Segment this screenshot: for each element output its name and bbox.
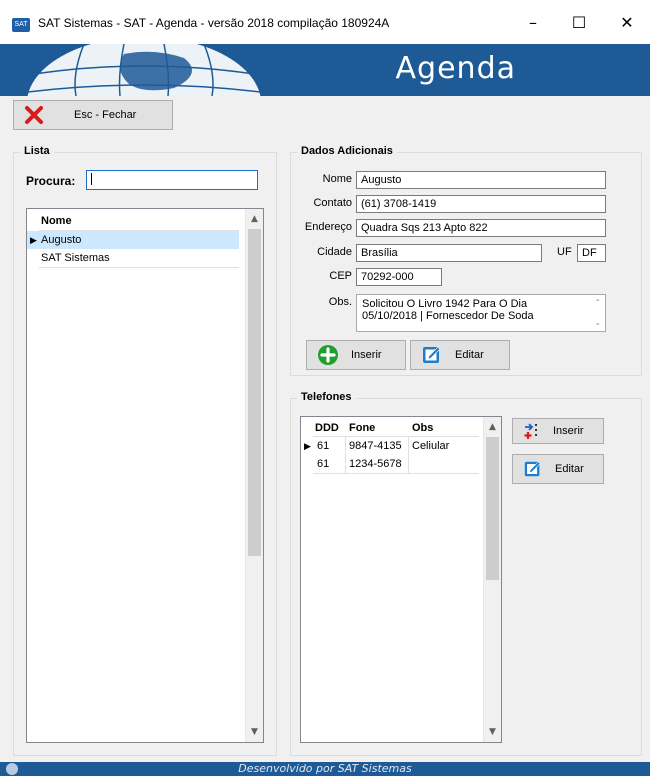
telefone-fone: 9847-4135 [349, 440, 402, 452]
esc-close-label: Esc - Fechar [74, 109, 137, 121]
endereco-label: Endereço [304, 221, 352, 233]
edit-pencil-icon [423, 346, 441, 363]
telefones-inserir-button[interactable]: Inserir [512, 418, 604, 444]
nome-label: Nome [322, 173, 352, 185]
lista-column-nome[interactable]: Nome [41, 212, 72, 230]
obs-line: 05/10/2018 | Fornescedor De Soda [362, 310, 534, 322]
row-divider [313, 436, 479, 437]
obs-line: Solicitou O Livro 1942 Para O Dia [362, 298, 528, 310]
row-divider [39, 267, 239, 268]
green-plus-icon [318, 345, 338, 365]
telefone-fone: 1234-5678 [349, 458, 402, 470]
telefone-row[interactable]: ▶ 61 9847-4135 Celiular [301, 437, 481, 455]
scroll-up-icon[interactable]: ▲ [246, 211, 263, 227]
close-window-button[interactable]: ✕ [604, 8, 650, 38]
insert-row-icon [524, 423, 537, 439]
telefones-column-ddd[interactable]: DDD [315, 419, 339, 437]
telefones-scrollbar[interactable]: ▲ ▼ [483, 417, 501, 742]
scroll-down-icon[interactable]: ▼ [246, 724, 263, 740]
row-indicator-icon: ▶ [30, 235, 37, 245]
scroll-thumb[interactable] [248, 229, 261, 556]
status-text: Desenvolvido por SAT Sistemas [238, 762, 412, 775]
cidade-field[interactable]: Brasília [356, 244, 542, 262]
dados-editar-label: Editar [455, 349, 484, 361]
contato-field[interactable]: (61) 3708-1419 [356, 195, 606, 213]
window-titlebar: SAT SAT Sistemas - SAT - Agenda - versão… [0, 0, 650, 44]
telefones-column-fone[interactable]: Fone [349, 419, 375, 437]
column-divider [408, 437, 409, 473]
lista-row-nome: Augusto [41, 234, 82, 246]
cep-field[interactable]: 70292-000 [356, 268, 442, 286]
search-label: Procura: [26, 174, 76, 188]
dados-title: Dados Adicionais [297, 145, 397, 157]
globe-small-icon [6, 763, 18, 775]
minimize-button[interactable]: – [510, 8, 556, 38]
telefone-obs: Celiular [412, 440, 450, 452]
row-indicator-icon: ▶ [304, 441, 311, 451]
window-title: SAT Sistemas - SAT - Agenda - versão 201… [38, 16, 390, 30]
search-input[interactable] [86, 170, 258, 190]
uf-field[interactable]: DF [577, 244, 606, 262]
maximize-button[interactable]: ☐ [556, 8, 602, 38]
lista-row-nome: SAT Sistemas [41, 252, 110, 264]
telefones-column-obs[interactable]: Obs [412, 419, 433, 437]
dados-inserir-label: Inserir [351, 349, 382, 361]
scroll-down-icon[interactable]: ▼ [484, 724, 501, 740]
status-bar: Desenvolvido por SAT Sistemas [0, 762, 650, 776]
lista-title: Lista [20, 145, 54, 157]
row-divider [313, 473, 479, 474]
lista-row[interactable]: SAT Sistemas [27, 249, 239, 267]
memo-scroll-down-icon[interactable]: ⌄ [594, 317, 601, 329]
cep-label: CEP [329, 270, 352, 282]
app-icon: SAT [12, 18, 30, 32]
lista-grid[interactable]: Nome ▶ Augusto SAT Sistemas ▲ ▼ [26, 208, 264, 743]
red-x-icon [25, 106, 43, 124]
telefones-inserir-label: Inserir [553, 425, 584, 437]
scroll-thumb[interactable] [486, 437, 499, 580]
telefone-row[interactable]: 61 1234-5678 [301, 455, 481, 473]
scroll-up-icon[interactable]: ▲ [484, 419, 501, 435]
telefone-ddd: 61 [317, 440, 330, 452]
row-divider [39, 230, 239, 231]
telefone-ddd: 61 [317, 458, 330, 470]
nome-field[interactable]: Augusto [356, 171, 606, 189]
lista-row[interactable]: ▶ Augusto [27, 231, 239, 249]
globe-icon [26, 44, 262, 96]
telefones-editar-button[interactable]: Editar [512, 454, 604, 484]
obs-label: Obs. [328, 296, 352, 308]
edit-pencil-icon [524, 461, 541, 477]
esc-close-button[interactable]: Esc - Fechar [13, 100, 173, 130]
memo-scroll-up-icon[interactable]: ⌃ [594, 297, 601, 309]
telefones-title: Telefones [297, 391, 356, 403]
column-divider [345, 437, 346, 473]
dados-editar-button[interactable]: Editar [410, 340, 510, 370]
dados-inserir-button[interactable]: Inserir [306, 340, 406, 370]
lista-scrollbar[interactable]: ▲ ▼ [245, 209, 263, 742]
text-cursor [91, 173, 92, 186]
cidade-label: Cidade [317, 246, 352, 258]
uf-label: UF [557, 246, 572, 258]
telefones-editar-label: Editar [555, 463, 584, 475]
obs-memo[interactable]: Solicitou O Livro 1942 Para O Dia 05/10/… [356, 294, 606, 332]
header-banner: Agenda [0, 44, 650, 96]
telefones-grid[interactable]: DDD Fone Obs ▶ 61 9847-4135 Celiular 61 … [300, 416, 502, 743]
banner-title: Agenda [395, 51, 516, 86]
endereco-field[interactable]: Quadra Sqs 213 Apto 822 [356, 219, 606, 237]
contato-label: Contato [313, 197, 352, 209]
